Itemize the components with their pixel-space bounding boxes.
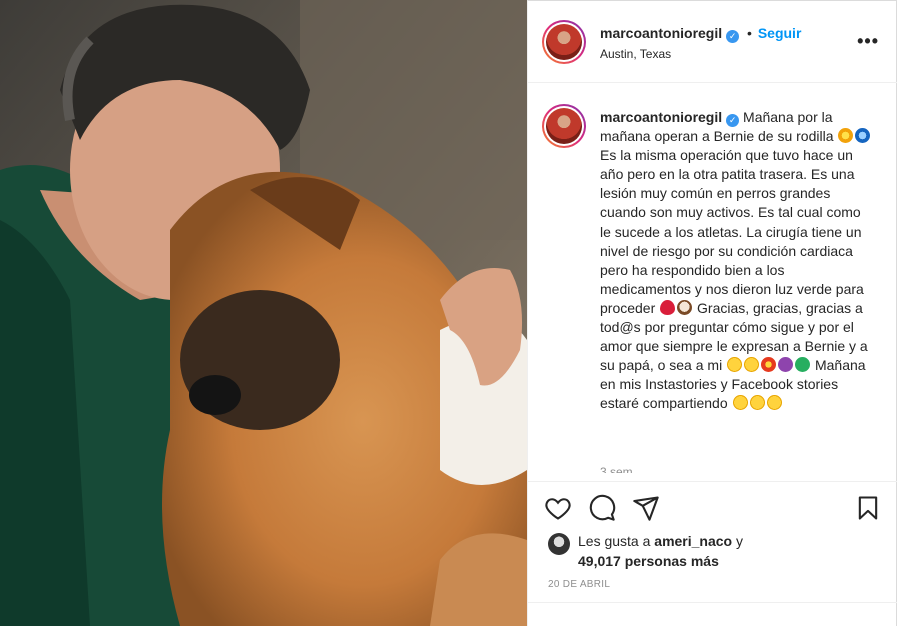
author-avatar[interactable] — [542, 20, 586, 64]
likes-connector: y — [736, 533, 743, 549]
liker-avatar[interactable] — [548, 533, 570, 555]
red-heart-emoji-icon — [660, 299, 676, 315]
bookmark-icon[interactable] — [854, 494, 882, 522]
post-location[interactable]: Austin, Texas — [600, 47, 671, 61]
liker-username[interactable]: ameri_naco — [654, 533, 732, 549]
post-photo[interactable] — [0, 0, 527, 626]
author-line: marcoantonioregil ✓ • Seguir — [600, 25, 801, 43]
add-comment-bar[interactable] — [528, 602, 897, 626]
avatar-image — [546, 24, 582, 60]
more-options-icon[interactable]: ••• — [857, 31, 879, 52]
likes-text: Les gusta a ameri_naco y 49,017 personas… — [578, 531, 878, 571]
avatar-image — [546, 108, 582, 144]
hugging-emoji-icon — [766, 395, 782, 411]
paper-plane-icon[interactable] — [632, 494, 660, 522]
heart-eyes-emoji-icon — [744, 357, 760, 373]
likes-count[interactable]: 49,017 personas más — [578, 553, 719, 569]
boom-emoji-icon — [761, 357, 777, 373]
caption-part-2: Es la misma operación que tuvo hace un a… — [600, 147, 864, 316]
caption-username[interactable]: marcoantonioregil — [600, 109, 722, 125]
caption-text: marcoantonioregil ✓ Mañana por la mañana … — [600, 108, 872, 414]
post-side-panel: marcoantonioregil ✓ • Seguir Austin, Texa… — [527, 0, 897, 626]
blue-gem-emoji-icon — [855, 128, 871, 144]
hugging-emoji-icon — [749, 395, 765, 411]
post-header: marcoantonioregil ✓ • Seguir Austin, Texa… — [528, 1, 897, 83]
comment-icon[interactable] — [588, 494, 616, 522]
separator-dot: • — [747, 25, 752, 41]
verified-badge-icon: ✓ — [726, 30, 740, 43]
follow-button[interactable]: Seguir — [758, 25, 802, 41]
hugging-emoji-icon — [732, 395, 748, 411]
caption-time[interactable]: 3 sem — [600, 465, 633, 473]
author-username[interactable]: marcoantonioregil — [600, 25, 722, 41]
caption-section: marcoantonioregil ✓ Mañana por la mañana … — [528, 83, 897, 473]
post-date[interactable]: 20 DE ABRIL — [548, 579, 610, 590]
heart-icon[interactable] — [544, 494, 572, 522]
purple-heart-emoji-icon — [778, 357, 794, 373]
green-heart-emoji-icon — [795, 357, 811, 373]
action-bar — [528, 481, 897, 531]
laughing-emoji-icon — [727, 357, 743, 373]
sparkle-emoji-icon — [838, 128, 854, 144]
photo-illustration — [0, 0, 527, 626]
dog-emoji-icon — [677, 299, 693, 315]
likes-prefix: Les gusta a — [578, 533, 651, 549]
verified-badge-icon: ✓ — [726, 114, 740, 127]
caption-author-avatar[interactable] — [542, 104, 586, 148]
